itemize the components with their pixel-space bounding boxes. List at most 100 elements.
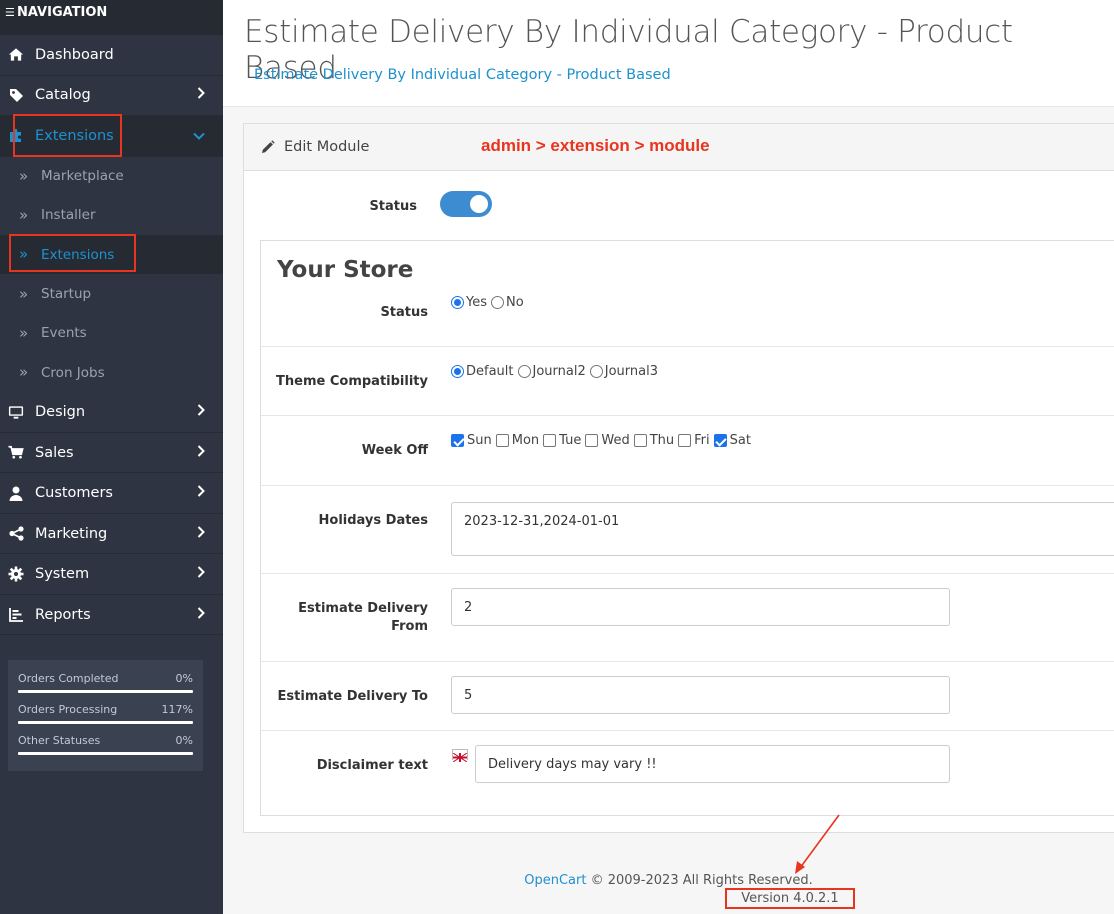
page-header: Estimate Delivery By Individual Category… [223,0,1114,107]
nav-item-design[interactable]: Design [0,392,223,433]
holidays-label: Holidays Dates [318,513,428,528]
double-chevron-icon: » [19,363,29,382]
copyright-text: © 2009-2023 All Rights Reserved. [590,873,813,888]
holidays-row: Holidays Dates 2023-12-31,2024-01-01 [261,486,1114,574]
store-status-label: Status [380,305,428,320]
radio-default-label: Default [466,364,514,379]
pencil-icon [260,139,275,155]
sub-item-cron-jobs[interactable]: » Cron Jobs [0,353,223,392]
delivery-to-input[interactable]: 5 [451,676,950,714]
nav-label-design: Design [35,404,86,421]
nav-label-marketing: Marketing [35,525,108,542]
module-status-label: Status [369,199,417,214]
checkbox-sun[interactable] [451,434,464,447]
delivery-from-label-line2: From [391,619,428,634]
double-chevron-icon: » [19,245,29,264]
nav-item-dashboard[interactable]: Dashboard [0,35,223,76]
checkbox-sat-label: Sat [729,433,751,448]
radio-yes[interactable] [451,296,464,309]
stat-value: 117% [161,703,193,716]
theme-label: Theme Compatibility [276,374,428,389]
nav-item-customers[interactable]: Customers [0,473,223,514]
chevron-down-icon [193,128,205,144]
sub-label-extensions: Extensions [41,246,115,263]
sub-label-events: Events [41,325,87,342]
store-settings-panel: Your Store Status Yes No Theme Compatibi… [260,240,1114,816]
toggle-knob [470,195,488,213]
radio-yes-label: Yes [466,295,487,310]
sub-item-startup[interactable]: » Startup [0,274,223,313]
checkbox-thu[interactable] [633,434,647,447]
sub-item-extensions[interactable]: » Extensions [0,235,223,275]
cart-icon [8,445,24,460]
radio-journal2[interactable] [517,365,531,378]
sub-label-cron-jobs: Cron Jobs [41,364,105,381]
theme-row: Theme Compatibility Default Journal2 Jou… [261,347,1114,416]
stat-label: Orders Processing [18,703,118,716]
stat-label: Orders Completed [18,672,119,685]
stat-value: 0% [175,734,193,747]
chevron-right-icon [197,404,205,420]
radio-no[interactable] [491,296,504,309]
checkbox-sat[interactable] [713,434,727,447]
order-stats-panel: Orders Completed 0% Orders Processing 117%… [8,660,203,771]
nav-item-catalog[interactable]: Catalog [0,76,223,116]
nav-item-system[interactable]: System [0,554,223,595]
uk-flag-icon [452,749,468,763]
footer: OpenCart © 2009-2023 All Rights Reserved… [223,873,1114,888]
radio-journal2-label: Journal2 [532,364,586,379]
checkbox-fri-label: Fri [694,433,710,448]
checkbox-tue[interactable] [543,434,557,447]
chevron-right-icon [197,87,205,103]
chevron-right-icon [197,566,205,582]
user-icon [8,486,24,501]
sub-item-installer[interactable]: » Installer [0,196,223,235]
radio-journal3-label: Journal3 [604,364,658,379]
sub-label-startup: Startup [41,286,92,303]
disclaimer-input[interactable]: Delivery days may vary !! [475,745,950,783]
sub-item-events[interactable]: » Events [0,314,223,353]
double-chevron-icon: » [19,205,29,224]
navigation-title: NAVIGATION [17,5,108,20]
disclaimer-label: Disclaimer text [316,758,428,773]
sub-item-marketplace[interactable]: » Marketplace [0,157,223,196]
nav-item-sales[interactable]: Sales [0,433,223,474]
navigation-header: ☰ NAVIGATION [0,0,223,35]
status-toggle[interactable] [440,191,492,217]
radio-journal3[interactable] [589,365,603,378]
theme-options: Default Journal2 Journal3 [451,364,662,379]
gear-icon [8,566,24,582]
stat-progress-bar [18,690,193,693]
nav-label-reports: Reports [35,606,91,623]
nav-item-marketing[interactable]: Marketing [0,514,223,555]
nav-label-extensions: Extensions [35,127,114,144]
week-off-row: Week Off Sun Mon Tue Wed Thu Fri Sat [261,416,1114,486]
annotation-arrow [795,814,840,874]
version-label: Version 4.0.2.1 [725,888,855,909]
checkbox-wed-label: Wed [601,433,630,448]
edit-module-card: Edit Module admin > extension > module S… [243,123,1114,833]
opencart-link[interactable]: OpenCart [524,873,586,888]
delivery-from-input[interactable]: 2 [451,588,950,626]
chevron-right-icon [197,525,205,542]
holidays-textarea[interactable]: 2023-12-31,2024-01-01 [451,502,1114,556]
delivery-to-row: Estimate Delivery To 5 [261,662,1114,731]
nav-item-extensions[interactable]: Extensions [0,116,223,157]
path-annotation: admin > extension > module [481,136,710,155]
tag-icon [8,88,24,103]
checkbox-mon[interactable] [495,434,509,447]
stat-progress-bar [18,721,193,724]
nav-item-reports[interactable]: Reports [0,595,223,636]
delivery-from-row: Estimate Delivery From 2 [261,574,1114,662]
double-chevron-icon: » [19,323,29,342]
checkbox-thu-label: Thu [649,433,675,448]
store-status-options: Yes No [451,295,528,310]
card-title: Edit Module [284,139,370,155]
radio-default[interactable] [451,365,464,378]
chevron-right-icon [197,606,205,623]
checkbox-wed[interactable] [585,434,599,447]
breadcrumb-link[interactable]: Estimate Delivery By Individual Category… [254,67,671,83]
stat-value: 0% [175,672,193,685]
chart-icon [8,607,24,622]
checkbox-fri[interactable] [678,434,692,447]
